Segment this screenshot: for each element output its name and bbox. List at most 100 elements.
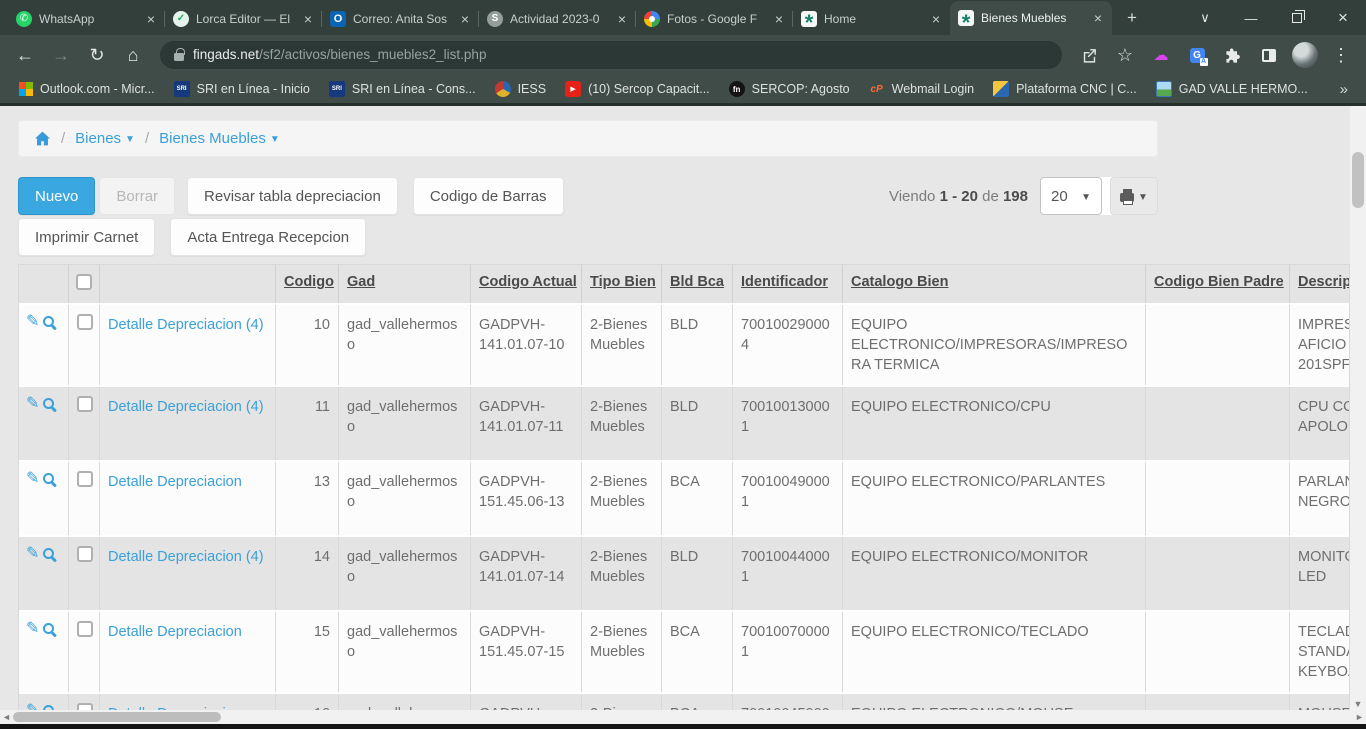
edit-pencil-icon[interactable]: ✎ [26,546,39,562]
address-bar[interactable]: fingads.net/sf2/activos/bienes_muebles2_… [160,41,1062,69]
row-checkbox[interactable] [77,621,93,637]
bookmarks-overflow-icon[interactable]: » [1334,81,1354,98]
cell-gad: gad_vallehermoso [339,305,471,385]
view-magnifier-icon[interactable] [43,473,54,484]
bookmark-item[interactable]: GAD VALLE HERMO... [1149,78,1315,100]
cell-tipo-bien: 2-Bienes Muebles [582,387,662,460]
detail-depreciation-link[interactable]: Detalle Depreciacion (4) [108,399,264,415]
breadcrumb-bienes[interactable]: Bienes▼ [75,130,135,147]
breadcrumb-home-icon[interactable] [34,131,51,146]
cell-gad: gad_vallehermoso [339,462,471,535]
share-icon[interactable] [1072,38,1106,72]
browser-tab[interactable]: WhatsApp × [8,2,165,35]
barcode-button[interactable]: Codigo de Barras [413,177,564,215]
extensions-puzzle-icon[interactable] [1216,38,1250,72]
delivery-receipt-button[interactable]: Acta Entrega Recepcion [170,218,366,256]
edit-pencil-icon[interactable]: ✎ [26,621,39,637]
detail-depreciation-link[interactable]: Detalle Depreciacion (4) [108,317,264,333]
bookmark-item[interactable]: (10) Sercop Capacit... [558,78,717,100]
bookmark-item[interactable]: IESS [488,78,554,100]
bookmark-item[interactable]: Plataforma CNC | C... [986,78,1144,100]
bookmark-item[interactable]: Webmail Login [862,78,981,100]
bookmark-label: IESS [518,82,547,96]
tab-close-icon[interactable]: × [773,11,785,27]
browser-tab[interactable]: Fotos - Google F × [636,2,793,35]
cell-catalogo-bien: EQUIPO ELECTRONICO/MOUSE [843,694,1146,711]
cell-descripcion: PARLANNEGROS [1290,462,1349,535]
browser-menu-icon[interactable]: ⋮ [1324,38,1358,72]
scroll-right-arrow-icon[interactable]: ► [1353,712,1366,722]
delete-button[interactable]: Borrar [99,177,175,215]
extension-cloud-icon[interactable]: ☁ [1144,38,1178,72]
edit-pencil-icon[interactable]: ✎ [26,314,39,330]
browser-tab[interactable]: Correo: Anita Sos × [322,2,479,35]
bookmark-item[interactable]: Outlook.com - Micr... [12,79,162,99]
back-icon[interactable]: ← [8,38,42,72]
vertical-scrollbar-thumb[interactable] [1352,152,1364,208]
print-dropdown-button[interactable]: ▼ [1110,177,1158,215]
scroll-left-arrow-icon[interactable]: ◄ [0,712,13,722]
cell-codigo: 16 [276,694,339,711]
scroll-down-arrow-icon[interactable]: ▼ [1350,699,1366,709]
browser-tab[interactable]: Actividad 2023-0 × [479,2,636,35]
view-magnifier-icon[interactable] [43,316,54,327]
edit-pencil-icon[interactable]: ✎ [26,471,39,487]
home-icon[interactable]: ⌂ [116,38,150,72]
row-checkbox[interactable] [77,471,93,487]
row-actions-cell: ✎ [19,612,69,692]
row-checkbox[interactable] [77,396,93,412]
detail-depreciation-link[interactable]: Detalle Depreciacion (4) [108,549,264,565]
action-toolbar-row1: Nuevo Borrar Revisar tabla depreciacion … [18,177,1158,215]
browser-tab[interactable]: Home × [793,2,950,35]
tab-close-icon[interactable]: × [459,11,471,27]
tab-close-icon[interactable]: × [302,11,314,27]
page-size-select[interactable]: 20 ▼ [1040,177,1102,215]
view-magnifier-icon[interactable] [43,398,54,409]
cpanel-icon [869,81,885,97]
bookmark-star-icon[interactable]: ☆ [1108,38,1142,72]
close-button[interactable]: × [1320,1,1366,35]
tab-close-icon[interactable]: × [1092,10,1104,26]
row-checkbox[interactable] [77,546,93,562]
chevron-down-icon: ▼ [1138,192,1148,203]
side-panel-icon[interactable] [1252,38,1286,72]
profile-avatar[interactable] [1288,38,1322,72]
column-header-gad: Gad [339,265,471,303]
breadcrumb-bienes-muebles[interactable]: Bienes Muebles▼ [159,130,280,147]
cell-bld-bca: BCA [662,462,733,535]
tab-close-icon[interactable]: × [145,11,157,27]
view-magnifier-icon[interactable] [43,548,54,559]
select-all-checkbox[interactable] [76,274,92,290]
review-depreciation-button[interactable]: Revisar tabla depreciacion [187,177,398,215]
forward-icon[interactable]: → [44,38,78,72]
browser-tab[interactable]: Lorca Editor — El × [165,2,322,35]
bookmark-item[interactable]: SRI en Línea - Inicio [167,78,317,100]
horizontal-scrollbar-thumb[interactable] [13,712,221,722]
bookmark-item[interactable]: SERCOP: Agosto [722,78,857,100]
new-tab-button[interactable]: + [1118,4,1146,32]
detail-depreciation-link[interactable]: Detalle Depreciacion [108,624,242,640]
row-checkbox[interactable] [77,314,93,330]
horizontal-scrollbar[interactable]: ◄ ► [0,710,1366,724]
minimize-button[interactable]: — [1228,1,1274,35]
print-card-button[interactable]: Imprimir Carnet [18,218,155,256]
edit-pencil-icon[interactable]: ✎ [26,396,39,412]
translate-icon[interactable]: G [1180,38,1214,72]
maximize-button[interactable] [1274,1,1320,35]
iess-icon [495,81,511,97]
cell-tipo-bien: 2-Bienes Muebles [582,694,662,711]
browser-tab[interactable]: Bienes Muebles × [950,1,1112,35]
detail-depreciation-link[interactable]: Detalle Depreciacion [108,474,242,490]
new-button[interactable]: Nuevo [18,177,95,215]
bookmark-item[interactable]: SRI en Línea - Cons... [322,78,483,100]
view-magnifier-icon[interactable] [43,623,54,634]
reload-icon[interactable]: ↻ [80,38,114,72]
lock-icon[interactable] [174,53,184,61]
tab-close-icon[interactable]: × [930,11,942,27]
vertical-scrollbar[interactable]: ▼ [1350,106,1366,710]
tab-search-icon[interactable]: ∨ [1182,1,1228,35]
action-toolbar-row2: Imprimir Carnet Acta Entrega Recepcion [18,218,1158,256]
cell-codigo-actual: GADPVH-151.45.06-13 [471,462,582,535]
tab-close-icon[interactable]: × [616,11,628,27]
bookmarks-bar: Outlook.com - Micr... SRI en Línea - Ini… [0,75,1366,106]
